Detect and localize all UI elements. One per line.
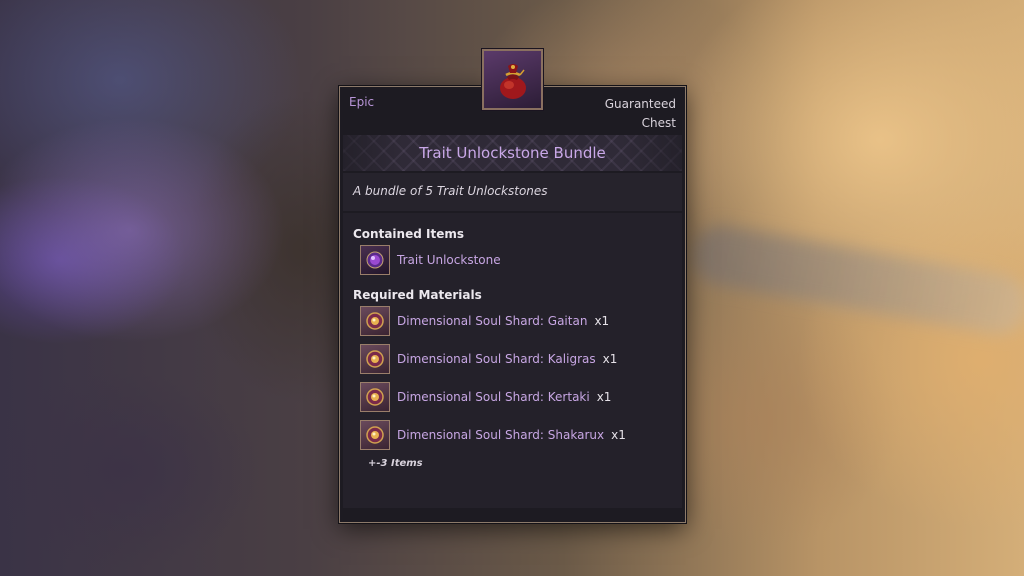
title-shade-right (622, 135, 682, 171)
material-qty: x1 (596, 390, 612, 404)
contained-item-row: Trait Unlockstone (353, 241, 672, 279)
material-label: Dimensional Soul Shard: Kertaki (397, 390, 590, 404)
material-qty: x1 (602, 352, 618, 366)
material-row: Dimensional Soul Shard: Shakarux x1 (353, 416, 672, 454)
material-label: Dimensional Soul Shard: Shakarux (397, 428, 605, 442)
item-title-bar: Trait Unlockstone Bundle (343, 135, 682, 171)
more-items-label: +-3 Items (368, 458, 423, 469)
title-shade-left (343, 135, 403, 171)
item-grade: Epic (349, 95, 375, 109)
description-area: A bundle of 5 Trait Unlockstones (343, 173, 682, 211)
material-row: Dimensional Soul Shard: Gaitan x1 (353, 302, 672, 340)
soul-shard-icon (360, 344, 390, 374)
material-row: Dimensional Soul Shard: Kaligras x1 (353, 340, 672, 378)
material-label: Dimensional Soul Shard: Kaligras (397, 352, 596, 366)
item-name: Trait Unlockstone Bundle (419, 144, 606, 162)
item-description: A bundle of 5 Trait Unlockstones (353, 184, 548, 198)
item-tooltip: Epic Guaranteed Chest Trait Unlockstone … (339, 49, 686, 523)
material-qty: x1 (611, 428, 626, 442)
item-icon-frame (482, 49, 543, 110)
item-type: Guaranteed Chest (604, 97, 676, 130)
soul-shard-icon (360, 306, 390, 336)
soul-shard-icon (360, 420, 390, 450)
required-materials-title: Required Materials (353, 288, 482, 302)
contained-item-label: Trait Unlockstone (397, 253, 501, 267)
purple-gem-icon (360, 245, 390, 275)
red-pouch-icon (499, 63, 526, 99)
contained-items-title: Contained Items (353, 227, 464, 241)
tooltip-body: Contained Items Trait Unlockstone Requir… (343, 213, 682, 508)
material-label: Dimensional Soul Shard: Gaitan (397, 314, 588, 328)
material-row: Dimensional Soul Shard: Kertaki x1 (353, 378, 672, 416)
material-qty: x1 (594, 314, 610, 328)
soul-shard-icon (360, 382, 390, 412)
